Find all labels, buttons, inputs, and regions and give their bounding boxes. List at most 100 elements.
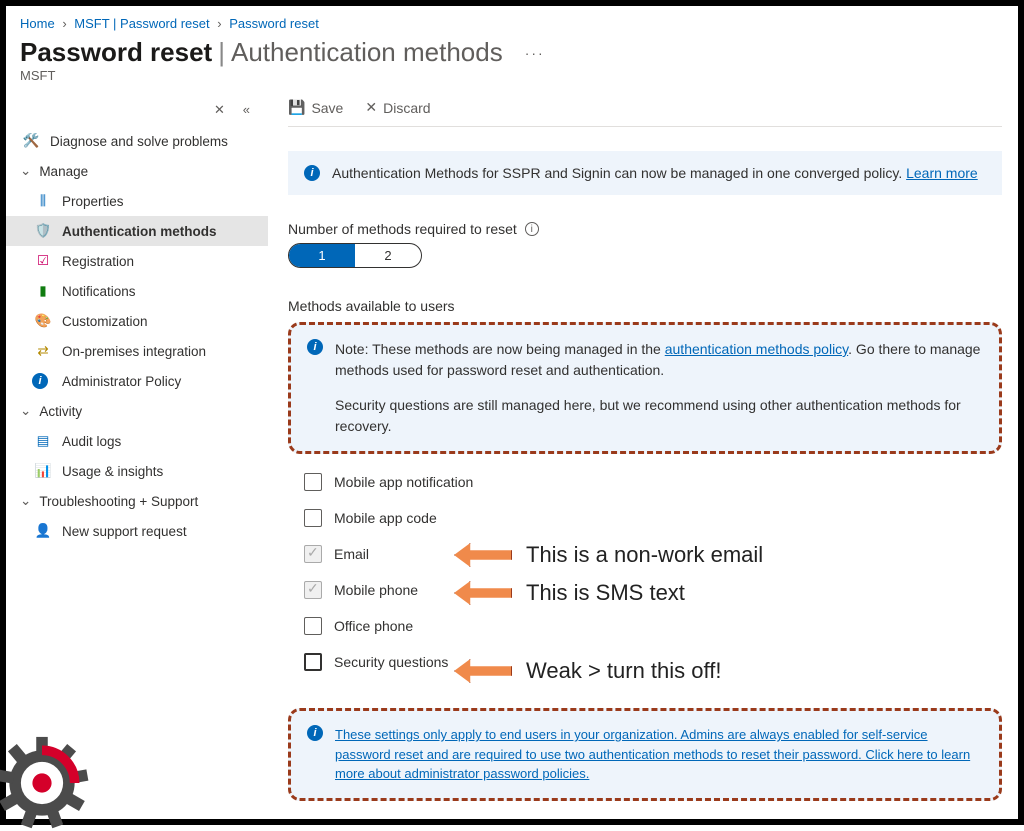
sidebar-item-label: Properties (62, 194, 124, 209)
save-label: Save (311, 100, 343, 116)
palette-icon: 🎨 (32, 313, 54, 329)
sidebar-item-label: Administrator Policy (62, 374, 181, 389)
info-icon: i (307, 339, 323, 355)
sidebar-group-troubleshoot[interactable]: ⌄ Troubleshooting + Support (6, 486, 268, 516)
sidebar-item-label: Notifications (62, 284, 136, 299)
banner-text: Authentication Methods for SSPR and Sign… (332, 165, 902, 181)
annotation-text: Weak > turn this off! (526, 658, 721, 684)
checkbox-icon[interactable] (304, 509, 322, 527)
title-separator: | (218, 37, 225, 68)
learn-more-link[interactable]: Learn more (906, 165, 978, 181)
annotation-email: This is a non-work email (454, 542, 763, 568)
checkbox-checked-disabled-icon (304, 545, 322, 563)
sidebar-item-adminpolicy[interactable]: i Administrator Policy (6, 366, 268, 396)
breadcrumb-level1[interactable]: MSFT | Password reset (74, 16, 209, 31)
main-content: 💾 Save ✕ Discard i Authentication Method… (268, 91, 1018, 816)
log-icon: ▤ (32, 433, 54, 449)
seg-option-2[interactable]: 2 (355, 244, 421, 267)
method-label: Mobile app notification (334, 474, 473, 490)
gear-logo-icon (0, 735, 90, 831)
sidebar-group-activity[interactable]: ⌄ Activity (6, 396, 268, 426)
chart-icon: 📊 (32, 463, 54, 479)
sidebar-item-label: Audit logs (62, 434, 121, 449)
arrow-left-icon (454, 543, 512, 567)
sidebar: ✕ « 🛠️ Diagnose and solve problems ⌄ Man… (6, 91, 268, 816)
num-methods-label: Number of methods required to reset i (288, 221, 1002, 237)
sidebar-item-diagnose[interactable]: 🛠️ Diagnose and solve problems (6, 126, 268, 156)
sidebar-item-notifications[interactable]: ▮ Notifications (6, 276, 268, 306)
info-icon: i (307, 725, 323, 741)
annotation-security-questions: Weak > turn this off! (454, 658, 721, 684)
checkbox-icon[interactable] (304, 617, 322, 635)
annotation-mobile-phone: This is SMS text (454, 580, 685, 606)
page-title: Password reset (20, 37, 212, 68)
save-icon: 💾 (288, 99, 305, 116)
help-icon[interactable]: i (525, 222, 539, 236)
annotation-text: This is a non-work email (526, 542, 763, 568)
sidebar-item-customization[interactable]: 🎨 Customization (6, 306, 268, 336)
page-title-row: Password reset | Authentication methods … (6, 31, 1018, 68)
sidebar-item-usage[interactable]: 📊 Usage & insights (6, 456, 268, 486)
sidebar-item-support[interactable]: 👤 New support request (6, 516, 268, 546)
chevron-down-icon: ⌄ (20, 163, 31, 179)
sidebar-group-manage[interactable]: ⌄ Manage (6, 156, 268, 186)
sliders-icon: ⫼ (32, 193, 54, 209)
sidebar-item-label: Usage & insights (62, 464, 163, 479)
bottom-info-banner: i These settings only apply to end users… (288, 708, 1002, 801)
annotation-text: This is SMS text (526, 580, 685, 606)
info-icon: i (304, 165, 320, 181)
methods-note-box: i Note: These methods are now being mana… (288, 322, 1002, 454)
checklist-icon: ☑ (32, 253, 54, 269)
save-button[interactable]: 💾 Save (288, 99, 343, 116)
breadcrumb-level2[interactable]: Password reset (229, 16, 319, 31)
method-office-phone[interactable]: Office phone (288, 608, 1002, 644)
method-label: Office phone (334, 618, 413, 634)
label-text: Number of methods required to reset (288, 221, 517, 237)
discard-label: Discard (383, 100, 430, 116)
converged-info-banner: i Authentication Methods for SSPR and Si… (288, 151, 1002, 195)
seg-option-1[interactable]: 1 (289, 244, 355, 267)
auth-methods-policy-link[interactable]: authentication methods policy (665, 341, 848, 357)
close-icon[interactable]: ✕ (214, 102, 225, 117)
note-text-1a: Note: These methods are now being manage… (335, 341, 665, 357)
org-label: MSFT (6, 68, 1018, 91)
more-menu-icon[interactable]: ··· (525, 45, 545, 61)
breadcrumb: Home › MSFT | Password reset › Password … (6, 6, 1018, 31)
book-icon: ▮ (32, 283, 54, 299)
arrow-left-icon (454, 581, 512, 605)
discard-button[interactable]: ✕ Discard (365, 99, 430, 116)
sidebar-item-properties[interactable]: ⫼ Properties (6, 186, 268, 216)
breadcrumb-home[interactable]: Home (20, 16, 55, 31)
checkbox-icon[interactable] (304, 653, 322, 671)
method-label: Mobile phone (334, 582, 418, 598)
method-mobile-app-notification[interactable]: Mobile app notification (288, 464, 1002, 500)
checkbox-checked-disabled-icon (304, 581, 322, 599)
sidebar-item-label: Authentication methods (62, 224, 217, 239)
admin-policy-link[interactable]: These settings only apply to end users i… (335, 725, 983, 784)
checkbox-icon[interactable] (304, 473, 322, 491)
close-icon: ✕ (365, 99, 377, 116)
num-methods-segmented: 1 2 (288, 243, 422, 268)
sync-icon: ⇄ (32, 343, 54, 359)
note-text-2: Security questions are still managed her… (335, 397, 961, 434)
sidebar-item-onprem[interactable]: ⇄ On-premises integration (6, 336, 268, 366)
method-label: Security questions (334, 654, 448, 670)
method-label: Mobile app code (334, 510, 437, 526)
methods-available-label: Methods available to users (288, 298, 1002, 314)
chevron-right-icon: › (217, 16, 221, 31)
method-label: Email (334, 546, 369, 562)
sidebar-item-label: Diagnose and solve problems (50, 134, 228, 149)
arrow-left-icon (454, 659, 512, 683)
sidebar-item-label: Customization (62, 314, 148, 329)
chevron-down-icon: ⌄ (20, 493, 31, 509)
sidebar-item-auth-methods[interactable]: 🛡️ Authentication methods (6, 216, 268, 246)
method-mobile-app-code[interactable]: Mobile app code (288, 500, 1002, 536)
collapse-icon[interactable]: « (243, 102, 250, 117)
chevron-right-icon: › (62, 16, 66, 31)
sidebar-item-label: On-premises integration (62, 344, 206, 359)
page-subtitle: Authentication methods (231, 37, 503, 68)
chevron-down-icon: ⌄ (20, 403, 31, 419)
sidebar-item-registration[interactable]: ☑ Registration (6, 246, 268, 276)
sidebar-item-auditlogs[interactable]: ▤ Audit logs (6, 426, 268, 456)
sidebar-item-label: Activity (39, 404, 82, 419)
